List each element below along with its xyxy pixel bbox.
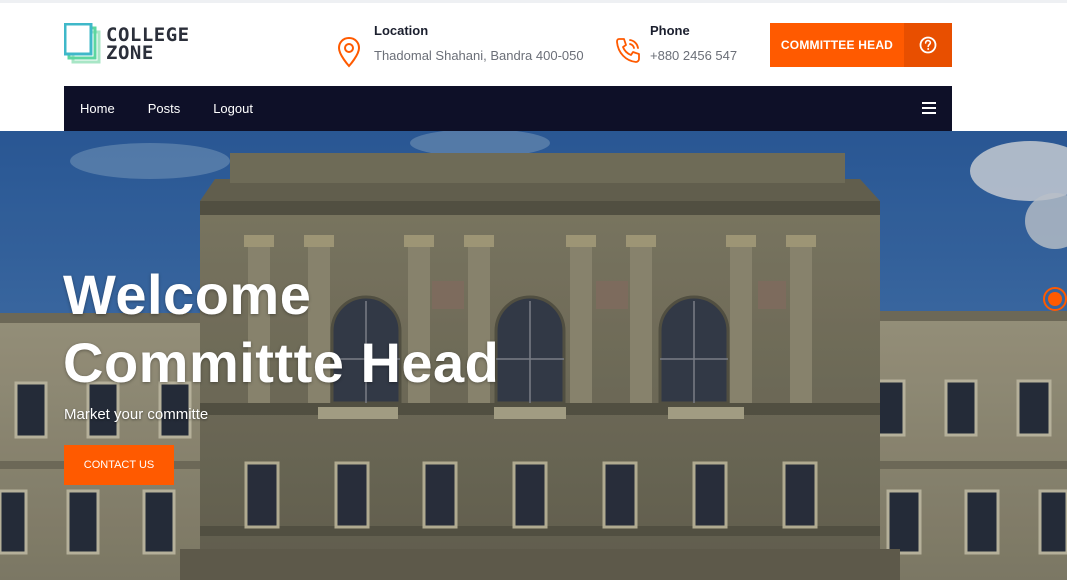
- phone-info: Phone +880 2456 547: [614, 22, 737, 70]
- site-header: COLLEGE ZONE Location Thadomal Shahani, …: [0, 3, 1067, 86]
- nav-item-home[interactable]: Home: [80, 101, 115, 116]
- nav-item-posts[interactable]: Posts: [148, 101, 181, 116]
- location-label: Location: [374, 23, 429, 38]
- phone-label: Phone: [650, 23, 690, 38]
- nav-item-logout[interactable]: Logout: [213, 101, 253, 116]
- slider-dot[interactable]: [1043, 287, 1067, 311]
- location-value: Thadomal Shahani, Bandra 400-050: [374, 48, 584, 63]
- logo[interactable]: COLLEGE ZONE: [64, 23, 190, 65]
- hero-title: Welcome Committte Head: [63, 261, 499, 397]
- phone-value: +880 2456 547: [650, 48, 738, 63]
- question-circle-icon: [904, 23, 952, 67]
- hero-subtitle: Market your committe: [64, 406, 209, 423]
- logo-line-2: ZONE: [106, 42, 154, 64]
- hero-title-line-1: Welcome: [63, 263, 312, 326]
- hero-banner: Welcome Committte Head Market your commi…: [0, 131, 1067, 580]
- contact-us-button[interactable]: CONTACT US: [64, 445, 174, 485]
- logo-icon: [64, 23, 101, 64]
- location-info: Location Thadomal Shahani, Bandra 400-05…: [338, 22, 584, 70]
- main-nav: Home Posts Logout: [64, 86, 952, 131]
- committee-head-label: COMMITTEE HEAD: [780, 38, 894, 52]
- hero-title-line-2: Committte Head: [63, 331, 500, 394]
- committee-head-button[interactable]: COMMITTEE HEAD: [770, 23, 952, 67]
- hamburger-icon[interactable]: [922, 102, 936, 114]
- phone-icon: [616, 38, 640, 63]
- map-pin-icon: [338, 36, 361, 68]
- logo-text: COLLEGE ZONE: [106, 26, 190, 64]
